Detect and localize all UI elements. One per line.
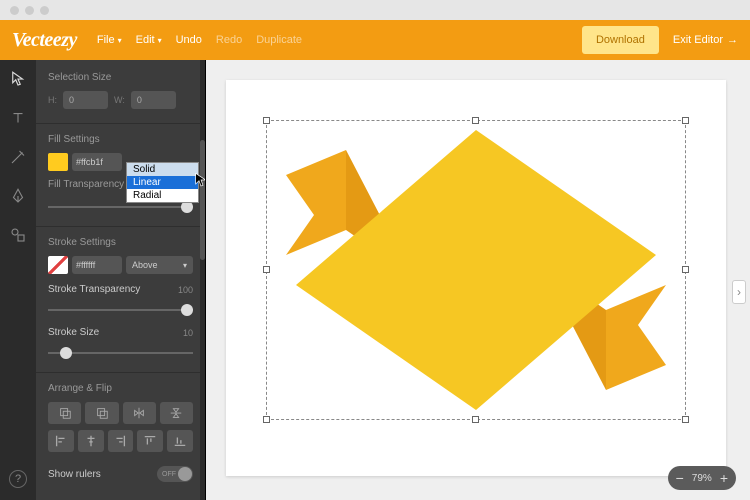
bring-forward-button[interactable] (48, 402, 81, 424)
artboard[interactable] (226, 80, 726, 476)
fill-option-radial[interactable]: Radial (127, 189, 198, 202)
fill-option-solid[interactable]: Solid (127, 163, 198, 176)
resize-handle-sw[interactable] (263, 416, 270, 423)
align-left-button[interactable] (48, 430, 74, 452)
menu-redo[interactable]: Redo (216, 34, 242, 46)
height-label: H: (48, 95, 57, 105)
properties-panel: Selection Size H: W: Fill Settings Solid… (36, 60, 206, 500)
width-input[interactable] (131, 91, 176, 109)
panel-scrollbar-track[interactable] (200, 60, 205, 500)
window-titlebar (0, 0, 750, 20)
resize-handle-se[interactable] (682, 416, 689, 423)
menu-file[interactable]: File▾ (97, 34, 122, 46)
height-input[interactable] (63, 91, 108, 109)
resize-handle-w[interactable] (263, 266, 270, 273)
align-center-h-button[interactable] (78, 430, 104, 452)
canvas-expand-handle[interactable]: › (732, 280, 746, 304)
panel-scrollbar-thumb[interactable] (200, 140, 205, 260)
download-button[interactable]: Download (582, 26, 659, 54)
selection-tool[interactable] (9, 70, 27, 93)
exit-editor-button[interactable]: Exit Editor→ (673, 34, 738, 46)
stroke-color-swatch[interactable] (48, 256, 68, 274)
canvas-area[interactable]: › − 79% + (206, 60, 750, 500)
stroke-size-slider[interactable] (48, 344, 193, 362)
resize-handle-n[interactable] (472, 117, 479, 124)
help-button[interactable]: ? (9, 470, 27, 488)
tool-rail: ? (0, 60, 36, 500)
width-label: W: (114, 95, 125, 105)
resize-handle-e[interactable] (682, 266, 689, 273)
traffic-light-close[interactable] (10, 6, 19, 15)
fill-option-linear[interactable]: Linear (127, 176, 198, 189)
zoom-out-button[interactable]: − (676, 471, 684, 485)
menu-undo[interactable]: Undo (176, 34, 202, 46)
fill-hex-input[interactable] (72, 153, 122, 171)
stroke-transparency-value: 100 (178, 285, 193, 295)
stroke-transparency-slider[interactable] (48, 301, 193, 319)
align-right-button[interactable] (108, 430, 134, 452)
show-rulers-toggle[interactable]: OFF (157, 466, 193, 482)
align-top-button[interactable] (137, 430, 163, 452)
text-tool[interactable] (9, 109, 27, 132)
stroke-size-value: 10 (183, 328, 193, 338)
selection-bounding-box[interactable] (266, 120, 686, 420)
align-bottom-button[interactable] (167, 430, 193, 452)
zoom-value: 79% (692, 473, 712, 484)
chevron-down-icon: ▾ (158, 36, 162, 45)
flip-horizontal-button[interactable] (123, 402, 156, 424)
send-backward-button[interactable] (85, 402, 118, 424)
zoom-in-button[interactable]: + (720, 471, 728, 485)
app-logo: Vecteezy (12, 29, 77, 52)
traffic-light-zoom[interactable] (40, 6, 49, 15)
resize-handle-s[interactable] (472, 416, 479, 423)
brush-tool[interactable] (9, 148, 27, 171)
stroke-position-dropdown[interactable]: Above▾ (126, 256, 193, 274)
chevron-down-icon: ▾ (183, 261, 187, 270)
flip-vertical-button[interactable] (160, 402, 193, 424)
resize-handle-nw[interactable] (263, 117, 270, 124)
shapes-tool[interactable] (9, 226, 27, 249)
zoom-control: − 79% + (668, 466, 736, 490)
selection-size-title: Selection Size (48, 72, 193, 83)
fill-color-swatch[interactable] (48, 153, 68, 171)
arrange-flip-title: Arrange & Flip (48, 383, 193, 394)
stroke-hex-input[interactable] (72, 256, 122, 274)
app-topbar: Vecteezy File▾ Edit▾ Undo Redo Duplicate… (0, 20, 750, 60)
menu-edit[interactable]: Edit▾ (136, 34, 162, 46)
chevron-down-icon: ▾ (118, 36, 122, 45)
show-rulers-label: Show rulers (48, 469, 101, 480)
menu-duplicate[interactable]: Duplicate (256, 34, 302, 46)
stroke-transparency-label: Stroke Transparency (48, 284, 140, 295)
stroke-size-label: Stroke Size (48, 327, 99, 338)
fill-settings-title: Fill Settings (48, 134, 193, 145)
pen-tool[interactable] (9, 187, 27, 210)
stroke-settings-title: Stroke Settings (48, 237, 193, 248)
resize-handle-ne[interactable] (682, 117, 689, 124)
traffic-light-minimize[interactable] (25, 6, 34, 15)
arrow-right-icon: → (727, 34, 738, 46)
cursor-icon (193, 172, 206, 191)
